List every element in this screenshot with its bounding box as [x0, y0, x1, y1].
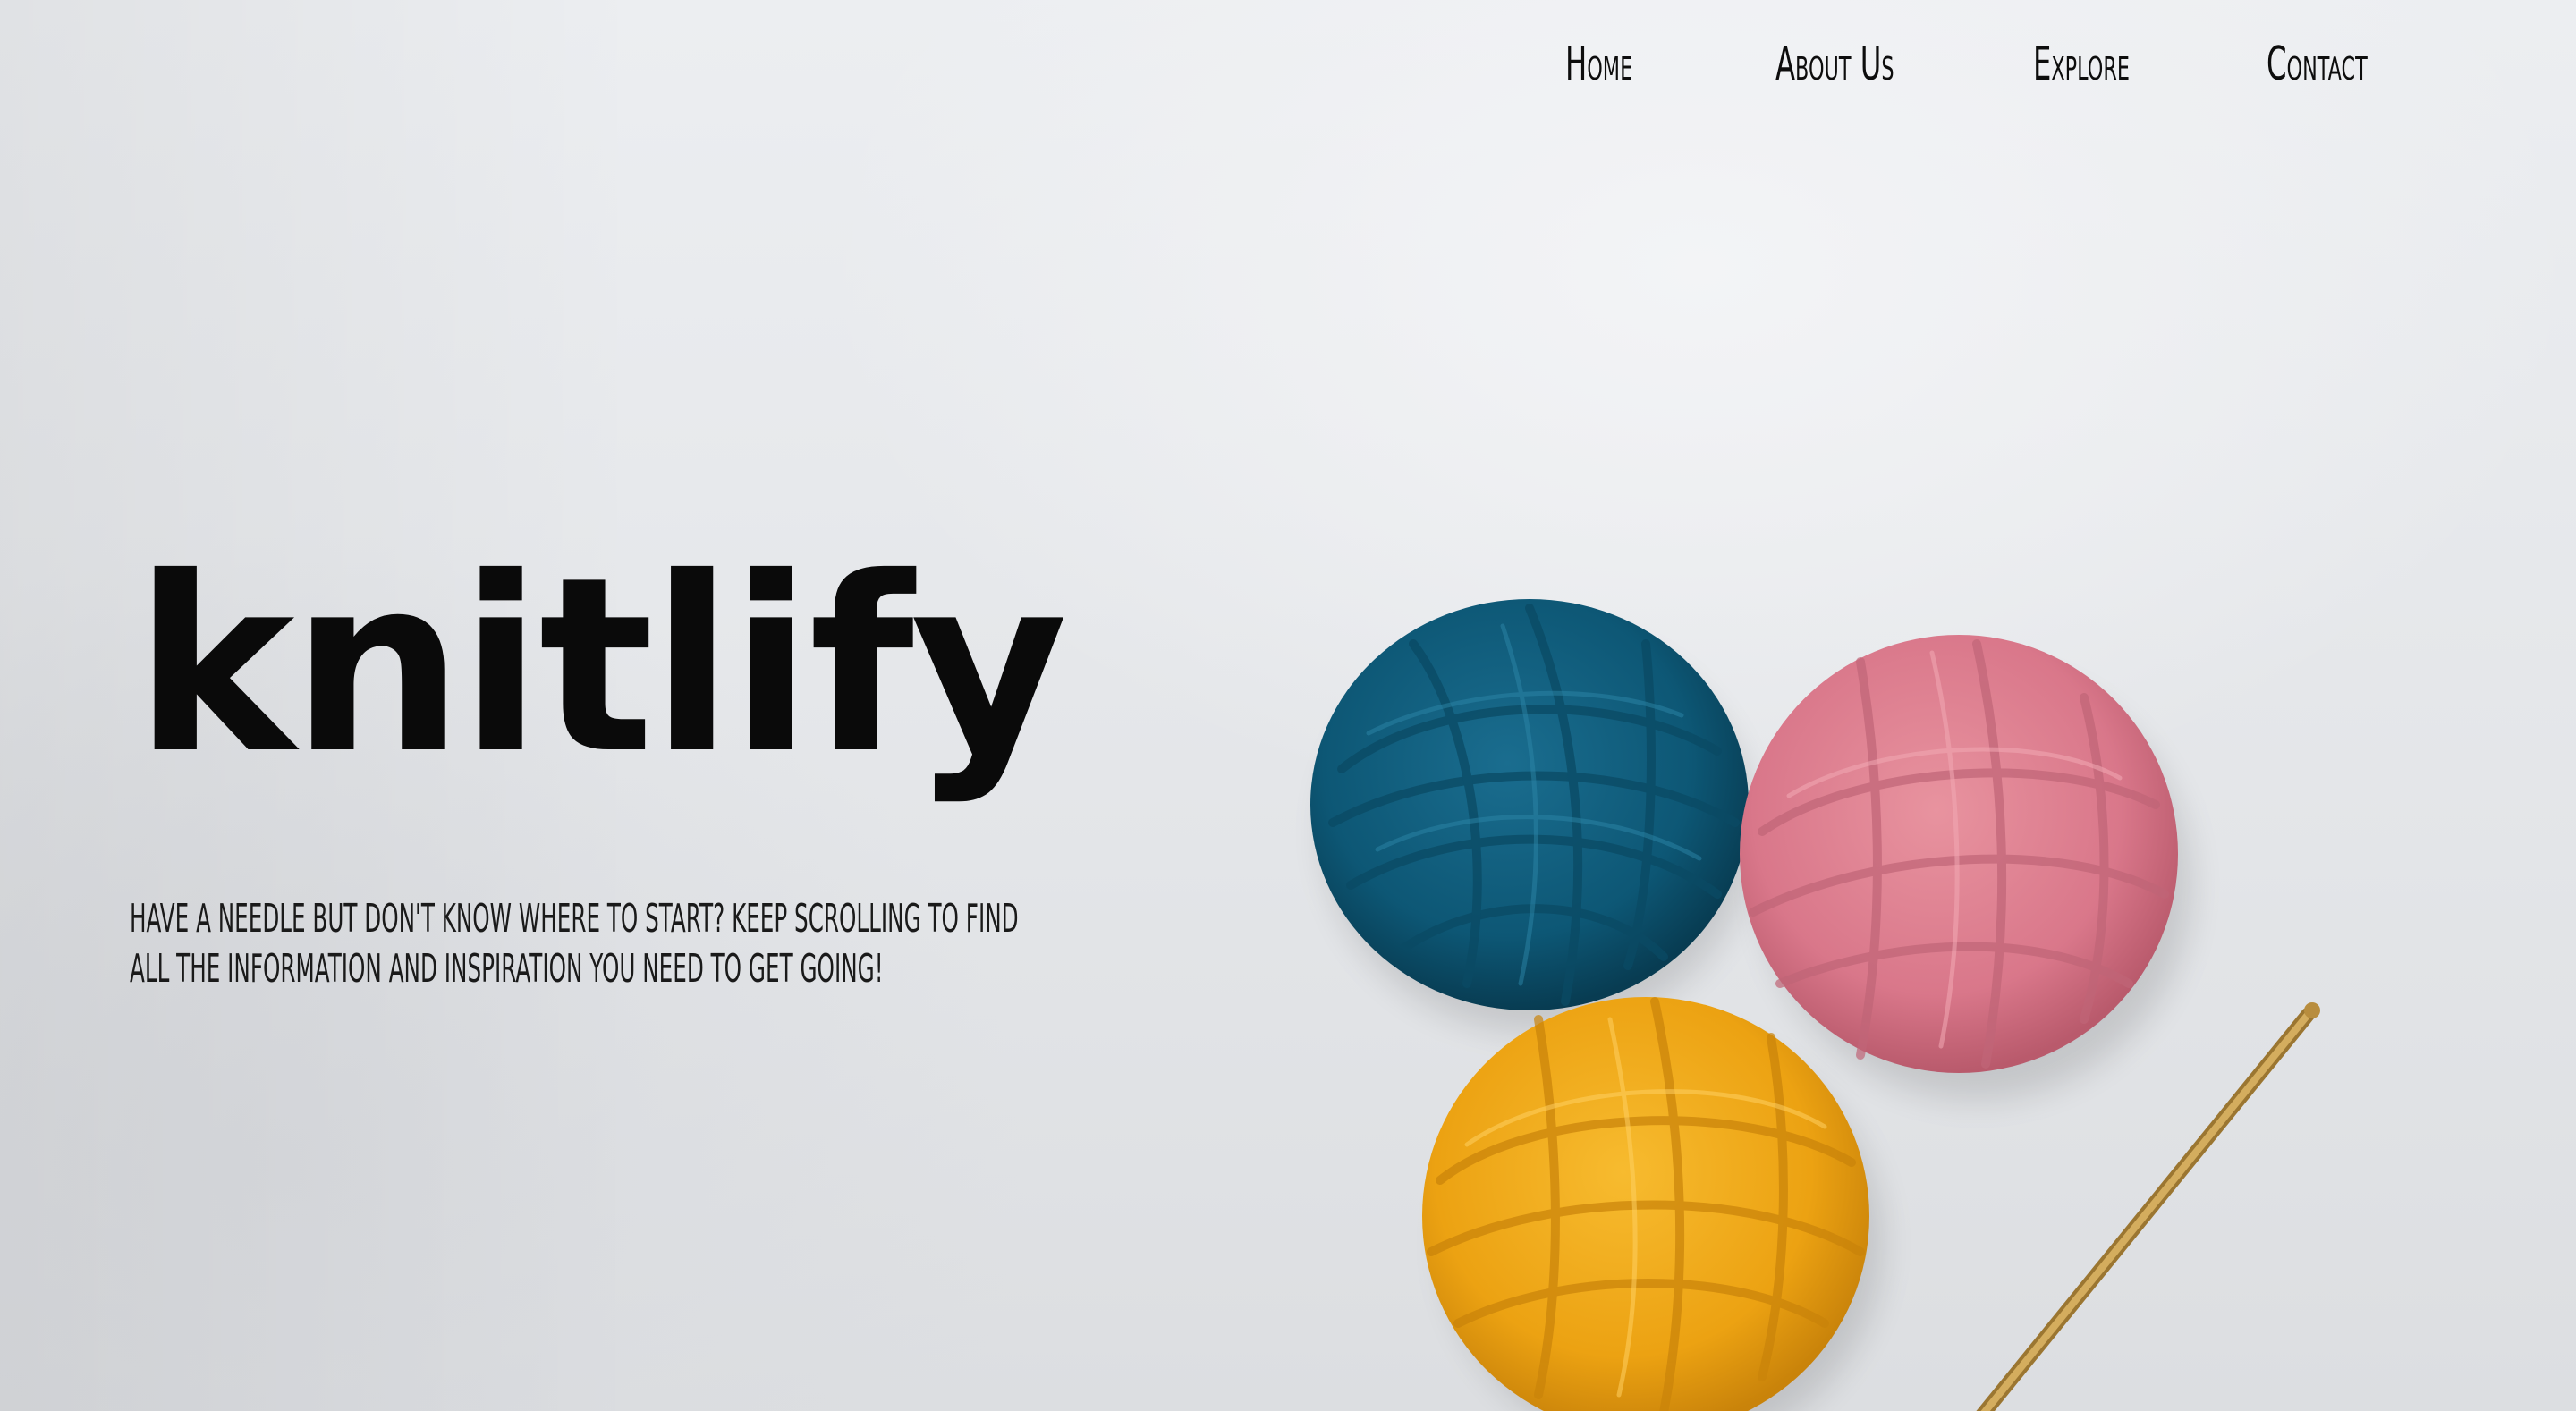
nav-link-about-us[interactable]: About Us — [1775, 38, 1894, 91]
yellow-yarn-ball — [1422, 997, 1869, 1411]
brand-title: knitlify — [134, 525, 1068, 807]
hero-section: Home About Us Explore Contact knitlify H… — [0, 0, 2576, 1411]
nav-link-contact[interactable]: Contact — [2267, 38, 2368, 91]
nav-link-home[interactable]: Home — [1565, 38, 1632, 91]
yarn-balls-image — [1310, 599, 2320, 1411]
hero-tagline: Have a needle but don't know where to st… — [130, 896, 1019, 992]
blue-yarn-ball — [1310, 599, 1749, 1010]
pink-yarn-ball — [1740, 635, 2178, 1073]
main-navigation: Home About Us Explore Contact — [1521, 38, 2415, 109]
nav-link-explore[interactable]: Explore — [2033, 38, 2130, 91]
